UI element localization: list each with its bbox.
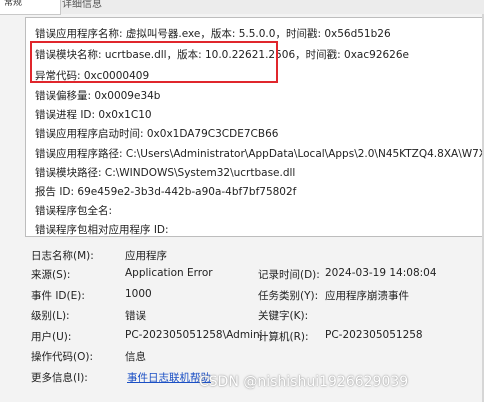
tab-details[interactable]: 详细信息 [62, 0, 102, 10]
highlight-box [30, 41, 278, 83]
level-value: 错误 [125, 310, 146, 322]
event-line-start-time: 错误应用程序启动时间: 0x0x1DA79C3CDE7CB66 [35, 128, 279, 140]
event-line-app-path: 错误应用程序路径: C:\Users\Administrator\AppData… [35, 148, 484, 160]
event-line-offset: 错误偏移量: 0x0009e34b [35, 90, 161, 102]
source-label: 来源(S): [31, 269, 71, 281]
keywords-label: 关键字(K): [258, 310, 309, 322]
event-line-app-name: 错误应用程序名称: 虚拟叫号器.exe，版本: 5.5.0.0，时间戳: 0x5… [35, 28, 391, 40]
more-info-label: 更多信息(I): [31, 372, 88, 384]
event-id-value: 1000 [125, 288, 152, 300]
tab-general[interactable]: 常规 [0, 0, 61, 15]
event-line-package-name: 错误程序包全名: [35, 205, 113, 217]
user-value: PC-202305051258\Admini [125, 329, 263, 341]
opcode-value: 信息 [125, 351, 146, 363]
log-name-value: 应用程序 [125, 250, 167, 262]
computer-label: 计算机(R): [258, 331, 309, 343]
level-label: 级别(L): [31, 310, 70, 322]
watermark: CSDN @nishishui1926629039 [199, 374, 409, 390]
tab-general-label: 常规 [4, 0, 23, 8]
user-label: 用户(U): [31, 331, 72, 343]
event-line-report-id: 报告 ID: 69e459e2-3b3d-442b-a90a-4bf7bf758… [35, 186, 297, 198]
logged-label: 记录时间(D): [258, 269, 320, 281]
task-category-label: 任务类别(Y): [258, 290, 319, 302]
event-line-module-path: 错误模块路径: C:\WINDOWS\System32\ucrtbase.dll [35, 167, 296, 179]
tab-strip: 常规 详细信息 [0, 0, 484, 15]
computer-value: PC-202305051258 [325, 329, 423, 341]
source-value: Application Error [125, 267, 213, 279]
log-name-label: 日志名称(M): [31, 250, 94, 262]
event-line-process-id: 错误进程 ID: 0x0x1C10 [35, 109, 152, 121]
opcode-label: 操作代码(O): [31, 351, 93, 363]
event-line-package-app-id: 错误程序包相对应用程序 ID: [35, 224, 169, 236]
task-category-value: 应用程序崩溃事件 [325, 290, 409, 302]
event-id-label: 事件 ID(E): [31, 290, 85, 302]
logged-value: 2024-03-19 14:08:04 [325, 267, 437, 279]
